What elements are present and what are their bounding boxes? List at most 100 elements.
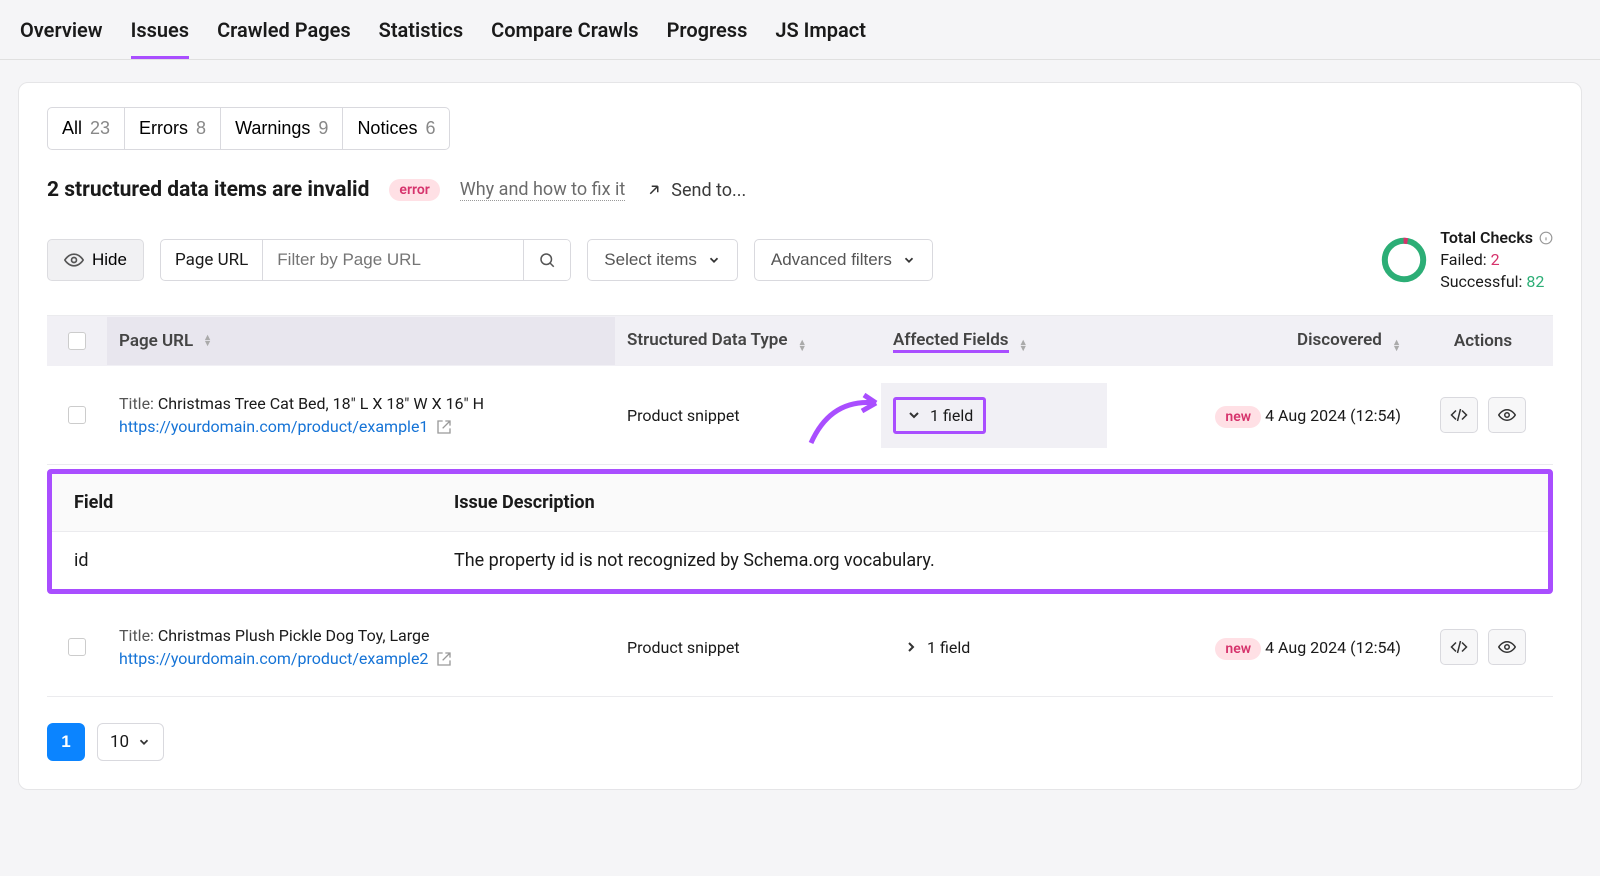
table-row: Title: Christmas Tree Cat Bed, 18" L X 1… [47, 366, 1553, 465]
column-url[interactable]: Page URL ▲▼ [107, 317, 615, 365]
discovered-date: 4 Aug 2024 (12:54) [1265, 638, 1401, 657]
details-desc-header: Issue Description [432, 474, 1548, 531]
chevron-right-icon [903, 639, 919, 655]
filter-all[interactable]: All 23 [47, 107, 125, 150]
row-url-link[interactable]: https://yourdomain.com/product/example2 [119, 649, 452, 668]
eye-icon [64, 250, 84, 270]
eye-icon [1498, 406, 1516, 424]
tab-issues[interactable]: Issues [131, 18, 190, 59]
totals-title: Total Checks [1440, 228, 1533, 247]
sort-icon: ▲▼ [798, 340, 807, 352]
filter-errors[interactable]: Errors 8 [125, 107, 221, 150]
affected-fields-toggle[interactable]: 1 field [893, 632, 980, 663]
discovered-date: 4 Aug 2024 (12:54) [1265, 406, 1401, 425]
select-items-dropdown[interactable]: Select items [587, 239, 738, 281]
success-label: Successful: [1440, 272, 1522, 291]
tab-progress[interactable]: Progress [667, 18, 748, 59]
column-fields[interactable]: Affected Fields ▲▼ [881, 316, 1107, 366]
filter-notices[interactable]: Notices 6 [343, 107, 450, 150]
column-discovered-label: Discovered [1297, 330, 1382, 350]
details-field-value: id [52, 532, 432, 589]
external-link-icon [436, 651, 452, 667]
filter-label: Warnings [235, 118, 310, 139]
view-source-button[interactable] [1440, 629, 1478, 665]
search-icon [538, 251, 556, 269]
controls-row: Hide Page URL Select items Advanced filt… [47, 228, 1553, 291]
failed-count: 2 [1491, 250, 1500, 269]
filter-label: Notices [357, 118, 417, 139]
hide-label: Hide [92, 250, 127, 270]
filter-count: 6 [425, 118, 435, 139]
main-panel: All 23 Errors 8 Warnings 9 Notices 6 2 s… [18, 82, 1582, 790]
row-url-link[interactable]: https://yourdomain.com/product/example1 [119, 417, 452, 436]
column-actions: Actions [1413, 317, 1553, 365]
row-checkbox[interactable] [68, 638, 86, 656]
hide-button[interactable]: Hide [47, 239, 144, 281]
issues-table: Page URL ▲▼ Structured Data Type ▲▼ Affe… [47, 315, 1553, 697]
fields-text: 1 field [930, 406, 973, 425]
select-items-label: Select items [604, 250, 697, 270]
tab-statistics[interactable]: Statistics [379, 18, 464, 59]
new-badge: new [1215, 638, 1261, 660]
total-checks: Total Checks Failed: 2 Successful: 82 [1380, 228, 1553, 291]
tab-overview[interactable]: Overview [20, 18, 103, 59]
progress-ring-icon [1380, 236, 1428, 284]
help-link[interactable]: Why and how to fix it [460, 179, 625, 201]
tab-crawled-pages[interactable]: Crawled Pages [217, 18, 351, 59]
tab-compare-crawls[interactable]: Compare Crawls [491, 18, 638, 59]
eye-icon [1498, 638, 1516, 656]
filter-count: 8 [196, 118, 206, 139]
row-title: Title: Christmas Plush Pickle Dog Toy, L… [119, 626, 603, 645]
row-url-text: https://yourdomain.com/product/example1 [119, 417, 428, 436]
details-field-header: Field [52, 474, 432, 531]
table-row: Title: Christmas Plush Pickle Dog Toy, L… [47, 598, 1553, 697]
chevron-down-icon [707, 253, 721, 267]
row-title: Title: Christmas Tree Cat Bed, 18" L X 1… [119, 394, 603, 413]
row-type: Product snippet [615, 392, 881, 439]
code-icon [1450, 638, 1468, 656]
error-badge: error [389, 179, 439, 201]
page-1-button[interactable]: 1 [47, 723, 85, 761]
tab-nav: Overview Issues Crawled Pages Statistics… [0, 0, 1600, 60]
send-to-label: Send to... [671, 180, 746, 201]
filter-row: All 23 Errors 8 Warnings 9 Notices 6 [47, 107, 1553, 150]
search-button[interactable] [523, 240, 570, 280]
filter-warnings[interactable]: Warnings 9 [221, 107, 343, 150]
column-discovered[interactable]: Discovered ▲▼ [1107, 316, 1413, 366]
affected-fields-toggle[interactable]: 1 field [893, 397, 986, 434]
external-link-icon [436, 419, 452, 435]
select-all-checkbox[interactable] [68, 332, 86, 350]
url-filter-label: Page URL [161, 240, 263, 280]
info-icon[interactable] [1539, 231, 1553, 245]
column-type[interactable]: Structured Data Type ▲▼ [615, 316, 881, 366]
row-checkbox[interactable] [68, 406, 86, 424]
page-size-select[interactable]: 10 [97, 723, 164, 761]
url-filter-input[interactable] [263, 240, 523, 280]
page-size-label: 10 [110, 732, 129, 752]
new-badge: new [1215, 406, 1261, 428]
preview-button[interactable] [1488, 397, 1526, 433]
field-details-panel: Field Issue Description id The property … [47, 469, 1553, 594]
sort-icon: ▲▼ [1392, 340, 1401, 352]
filter-count: 23 [90, 118, 110, 139]
tab-js-impact[interactable]: JS Impact [775, 18, 866, 59]
preview-button[interactable] [1488, 629, 1526, 665]
success-count: 82 [1526, 272, 1544, 291]
send-icon [645, 181, 663, 199]
heading-row: 2 structured data items are invalid erro… [47, 178, 1553, 202]
row-type: Product snippet [615, 624, 881, 671]
failed-label: Failed: [1440, 250, 1486, 269]
pagination: 1 10 [47, 723, 1553, 761]
page-heading: 2 structured data items are invalid [47, 178, 369, 202]
filter-label: Errors [139, 118, 188, 139]
view-source-button[interactable] [1440, 397, 1478, 433]
column-fields-label: Affected Fields [893, 330, 1009, 353]
column-type-label: Structured Data Type [627, 330, 787, 350]
fields-text: 1 field [927, 638, 970, 657]
table-header: Page URL ▲▼ Structured Data Type ▲▼ Affe… [47, 316, 1553, 366]
details-desc-value: The property id is not recognized by Sch… [432, 532, 1548, 589]
send-to-button[interactable]: Send to... [645, 180, 746, 201]
advanced-filters-label: Advanced filters [771, 250, 892, 270]
chevron-down-icon [902, 253, 916, 267]
advanced-filters-dropdown[interactable]: Advanced filters [754, 239, 933, 281]
